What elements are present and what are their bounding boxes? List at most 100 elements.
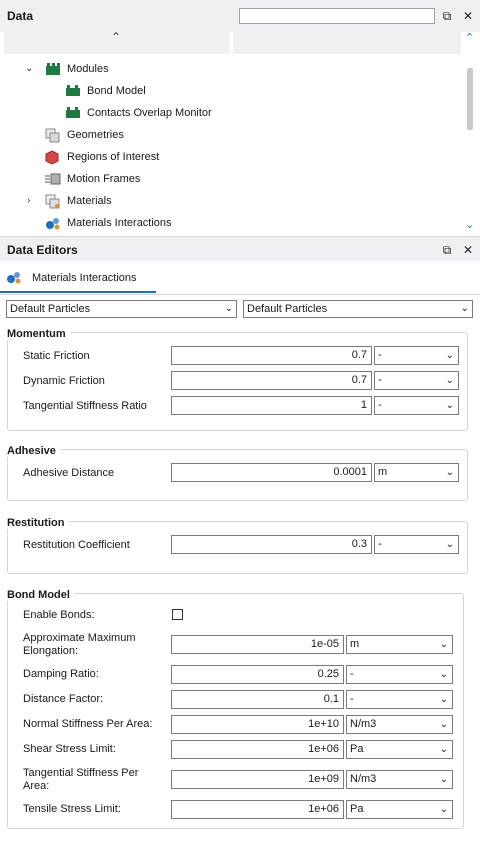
module-icon <box>66 106 80 120</box>
normal-stiffness-per-area-input[interactable]: 1e+10 <box>171 715 344 734</box>
dynamic-friction-unit-select[interactable]: - ⌄ <box>374 371 459 390</box>
data-editors-title: Data Editors <box>7 243 78 257</box>
distance-factor-input[interactable]: 0.1 <box>171 690 344 709</box>
damping-ratio-label: Damping Ratio: <box>23 668 99 680</box>
materials-icon <box>45 194 60 209</box>
tensile-stress-limit-unit-select[interactable]: Pa ⌄ <box>346 800 453 819</box>
chevron-down-icon: ⌄ <box>439 744 448 755</box>
float-panel-icon[interactable]: ⧉ <box>440 9 454 23</box>
chevron-down-icon: ⌄ <box>224 303 233 314</box>
enable-bonds-checkbox[interactable] <box>172 609 183 620</box>
chevron-down-icon: ⌄ <box>445 375 454 386</box>
unit-value: Pa <box>350 803 364 815</box>
adhesive-distance-label: Adhesive Distance <box>23 467 115 479</box>
tab-label: Materials Interactions <box>32 272 137 284</box>
restitution-coefficient-label: Restitution Coefficient <box>23 539 130 551</box>
tangential-stiffness-per-area-label: Tangential Stiffness Per Area: <box>23 767 139 792</box>
chevron-down-icon[interactable]: ⌄ <box>25 59 33 79</box>
tree-item-geometries[interactable]: Geometries <box>45 125 455 145</box>
tree-item-motion-frames[interactable]: Motion Frames <box>45 169 455 189</box>
chevron-down-icon: ⌄ <box>439 639 448 650</box>
unit-value: - <box>378 399 382 411</box>
tree-item-materials[interactable]: › Materials <box>25 191 455 211</box>
region-icon <box>45 150 59 165</box>
chevron-right-icon[interactable]: › <box>27 191 30 211</box>
shear-stress-limit-unit-select[interactable]: Pa ⌄ <box>346 740 453 759</box>
adhesive-title: Adhesive <box>7 445 60 457</box>
enable-bonds-label: Enable Bonds: <box>23 609 95 621</box>
chevron-down-icon: ⌄ <box>460 303 469 314</box>
adhesive-distance-input[interactable]: 0.0001 <box>171 463 372 482</box>
tree-column-header-1[interactable]: ⌃ <box>4 30 231 54</box>
tree-item-materials-interactions[interactable]: Materials Interactions <box>45 213 455 233</box>
material-a-select[interactable]: Default Particles ⌄ <box>6 300 237 318</box>
approximate-maximum-elongation-unit-select[interactable]: m ⌄ <box>346 635 453 654</box>
chevron-down-icon: ⌄ <box>439 719 448 730</box>
scroll-thumb[interactable] <box>467 68 473 130</box>
momentum-title: Momentum <box>7 328 70 340</box>
tree-item-label: Modules <box>67 63 109 75</box>
geometries-icon <box>45 128 60 143</box>
scroll-up-icon[interactable]: ⌃ <box>465 31 474 44</box>
static-friction-unit-select[interactable]: - ⌄ <box>374 346 459 365</box>
dynamic-friction-input[interactable]: 0.7 <box>171 371 372 390</box>
bond-model-group <box>7 593 464 829</box>
tensile-stress-limit-label: Tensile Stress Limit: <box>23 803 121 815</box>
data-editors-header: Data Editors ⧉ ✕ <box>0 236 480 261</box>
tree-item-label: Regions of Interest <box>67 151 160 163</box>
static-friction-label: Static Friction <box>23 350 90 362</box>
damping-ratio-unit-select[interactable]: - ⌄ <box>346 665 453 684</box>
tree-item-bond-model[interactable]: Bond Model <box>66 81 456 101</box>
tab-materials-interactions[interactable]: Materials Interactions <box>0 264 156 293</box>
tangential-stiffness-ratio-input[interactable]: 1 <box>171 396 372 415</box>
tree-item-contacts-overlap-monitor[interactable]: Contacts Overlap Monitor <box>66 103 456 123</box>
module-icon <box>66 84 80 98</box>
tree-item-label: Contacts Overlap Monitor <box>87 107 212 119</box>
chevron-down-icon: ⌄ <box>439 804 448 815</box>
close-panel-icon[interactable]: ✕ <box>461 9 475 23</box>
unit-value: - <box>350 668 354 680</box>
normal-stiffness-per-area-unit-select[interactable]: N/m3 ⌄ <box>346 715 453 734</box>
tree-item-modules[interactable]: ⌄ Modules <box>25 59 455 79</box>
tangential-stiffness-ratio-unit-select[interactable]: - ⌄ <box>374 396 459 415</box>
unit-value: N/m3 <box>350 773 377 785</box>
tree-item-regions-of-interest[interactable]: Regions of Interest <box>45 147 455 167</box>
damping-ratio-input[interactable]: 0.25 <box>171 665 344 684</box>
close-panel-icon[interactable]: ✕ <box>461 243 475 257</box>
unit-value: m <box>378 466 388 478</box>
editor-tab-strip: Materials Interactions <box>0 264 480 295</box>
material-b-value: Default Particles <box>247 303 328 315</box>
tree-item-label: Materials Interactions <box>67 217 172 229</box>
tangential-stiffness-per-area-input[interactable]: 1e+09 <box>171 770 344 789</box>
float-panel-icon[interactable]: ⧉ <box>440 243 454 257</box>
restitution-coefficient-unit-select[interactable]: - ⌄ <box>374 535 459 554</box>
chevron-down-icon: ⌄ <box>445 350 454 361</box>
scroll-down-icon[interactable]: ⌄ <box>465 218 474 231</box>
chevron-down-icon: ⌄ <box>439 774 448 785</box>
unit-value: - <box>378 349 382 361</box>
distance-factor-label: Distance Factor: <box>23 693 104 705</box>
static-friction-input[interactable]: 0.7 <box>171 346 372 365</box>
data-panel-header: Data ⧉ ✕ <box>0 0 480 32</box>
unit-value: - <box>378 538 382 550</box>
tree-item-label: Motion Frames <box>67 173 141 185</box>
tangential-stiffness-per-area-unit-select[interactable]: N/m3 ⌄ <box>346 770 453 789</box>
shear-stress-limit-input[interactable]: 1e+06 <box>171 740 344 759</box>
tree-scrollbar[interactable]: ⌃ ⌄ <box>465 32 476 232</box>
tree-column-header-2[interactable] <box>233 32 461 54</box>
restitution-coefficient-input[interactable]: 0.3 <box>171 535 372 554</box>
material-b-select[interactable]: Default Particles ⌄ <box>243 300 473 318</box>
restitution-title: Restitution <box>7 517 69 529</box>
tensile-stress-limit-input[interactable]: 1e+06 <box>171 800 344 819</box>
materials-interactions-icon <box>45 216 60 230</box>
data-search-input[interactable] <box>239 8 435 24</box>
materials-interactions-icon <box>6 270 22 288</box>
approximate-maximum-elongation-input[interactable]: 1e-05 <box>171 635 344 654</box>
normal-stiffness-per-area-label: Normal Stiffness Per Area: <box>23 718 153 730</box>
unit-value: - <box>378 374 382 386</box>
unit-value: m <box>350 638 360 650</box>
modules-icon <box>45 62 60 76</box>
tree-item-label: Materials <box>67 195 112 207</box>
adhesive-distance-unit-select[interactable]: m ⌄ <box>374 463 459 482</box>
distance-factor-unit-select[interactable]: - ⌄ <box>346 690 453 709</box>
